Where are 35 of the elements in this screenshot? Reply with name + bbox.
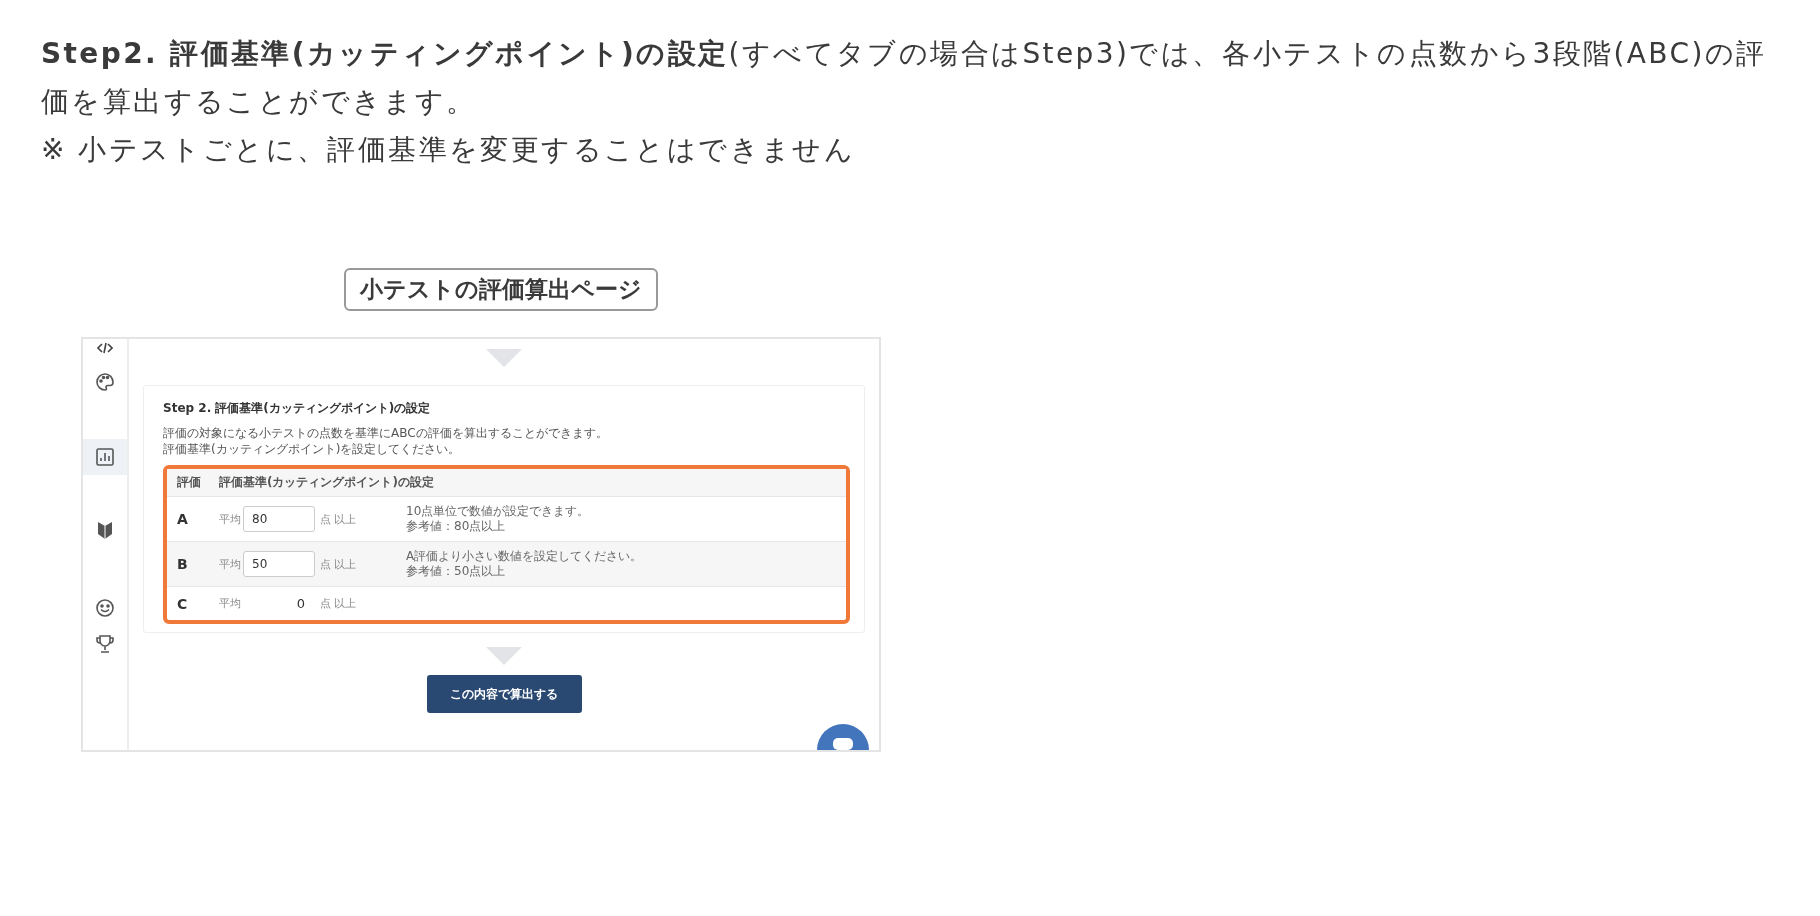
intro-paragraph: Step2. 評価基準(カッティングポイント)の設定(すべてタブの場合はStep3)では、各小テストの点数から3段階(ABC)の評価を算出することができます。 xyxy=(41,36,1768,120)
hint-text: A評価より小さい数値を設定してください。 xyxy=(406,549,643,564)
score-value: 0 xyxy=(295,596,306,611)
grade-label: C xyxy=(177,595,189,612)
shield-icon xyxy=(97,520,113,540)
chat-icon[interactable] xyxy=(817,724,869,750)
average-label: 平均 xyxy=(219,596,242,611)
hint-text: 参考値：50点以上 xyxy=(406,564,507,579)
note-text: ※ 小テストごとに、評価基準を変更することはできません xyxy=(41,132,857,168)
score-input[interactable]: 80 xyxy=(243,506,315,532)
down-arrow-icon xyxy=(486,349,522,367)
sidebar-item[interactable] xyxy=(83,439,127,475)
palette-icon xyxy=(95,372,115,392)
description-text: 評価の対象になる小テストの点数を基準にABCの評価を算出することができます。 xyxy=(163,425,609,441)
unit-label: 点 以上 xyxy=(320,596,358,611)
grade-label: B xyxy=(177,556,189,572)
unit-label: 点 以上 xyxy=(320,511,358,527)
trophy-icon xyxy=(95,634,115,654)
bar-chart-icon xyxy=(95,447,115,467)
card-title: Step 2. 評価基準(カッティングポイント)の設定 xyxy=(163,400,432,417)
caption-label: 小テストの評価算出ページ xyxy=(344,268,658,311)
average-label: 平均 xyxy=(219,556,242,572)
grade-label: A xyxy=(177,511,189,527)
average-label: 平均 xyxy=(219,511,242,527)
column-header: 評価基準(カッティングポイント)の設定 xyxy=(219,474,434,491)
smiley-icon xyxy=(95,598,115,618)
down-arrow-icon xyxy=(486,647,522,665)
calculate-button[interactable]: この内容で算出する xyxy=(426,675,582,713)
hint-text: 10点単位で数値が設定できます。 xyxy=(406,504,590,519)
code-icon xyxy=(97,342,113,354)
column-header: 評価 xyxy=(177,474,202,491)
description-text: 評価基準(カッティングポイント)を設定してください。 xyxy=(163,441,462,457)
hint-text: 参考値：80点以上 xyxy=(406,519,507,534)
unit-label: 点 以上 xyxy=(320,556,358,572)
score-input[interactable]: 50 xyxy=(243,551,315,577)
